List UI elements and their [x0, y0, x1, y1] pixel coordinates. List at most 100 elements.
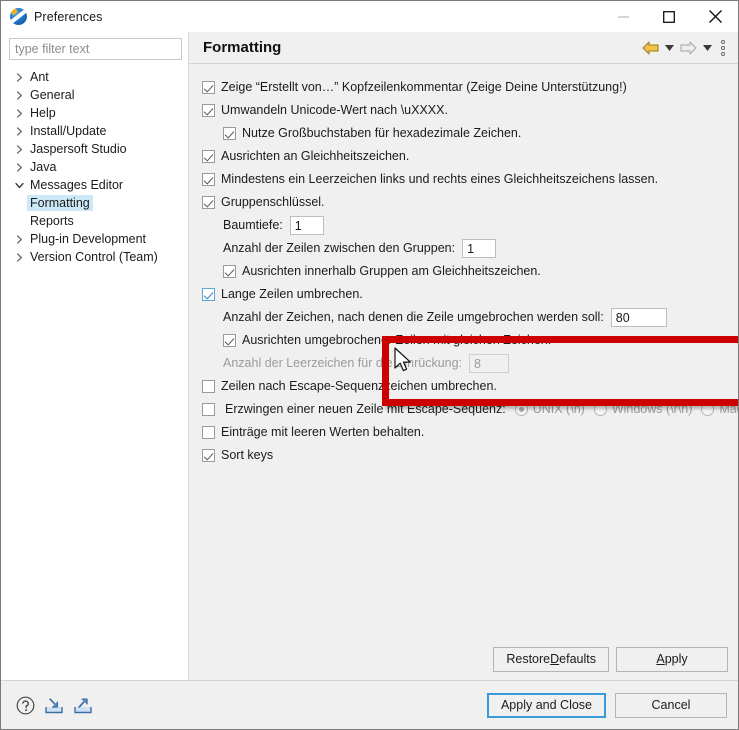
keep-empty-entries-checkbox[interactable] — [202, 426, 215, 439]
wrap-long-lines-row[interactable]: Lange Zeilen umbrechen. — [202, 283, 728, 306]
window-controls — [600, 1, 738, 32]
force-newline-row[interactable]: Erzwingen einer neuen Zeile mit Escape-S… — [202, 398, 738, 421]
chevron-right-icon[interactable] — [11, 162, 27, 172]
search-input[interactable] — [9, 38, 182, 60]
sort-keys-checkbox[interactable] — [202, 449, 215, 462]
group-keys-row[interactable]: Gruppenschlüssel. — [202, 191, 728, 214]
sidebar-item-general[interactable]: General — [1, 86, 188, 104]
export-icon[interactable] — [72, 694, 94, 716]
chevron-right-icon[interactable] — [11, 234, 27, 244]
close-button[interactable] — [692, 1, 738, 32]
sidebar-item-version-control-team[interactable]: Version Control (Team) — [1, 248, 188, 266]
indent-spaces-label: Anzahl der Leerzeichen für die Einrückun… — [223, 356, 463, 370]
radio-windows[interactable] — [593, 403, 607, 416]
convert-unicode-row[interactable]: Umwandeln Unicode-Wert nach \uXXXX. — [202, 99, 728, 122]
align-equals-checkbox[interactable] — [202, 150, 215, 163]
align-wrapped-lines-row[interactable]: Ausrichten umgebrochener Zeilen mit glei… — [202, 329, 728, 352]
main-panel: Formatting Zeige “Erstellt von…” Kopfzei… — [189, 32, 738, 680]
settings-content: Zeige “Erstellt von…” Kopfzeilenkommenta… — [189, 64, 738, 644]
force-newline-checkbox[interactable] — [202, 403, 215, 416]
tree-depth-row: Baumtiefe: — [202, 214, 728, 237]
space-around-equals-checkbox[interactable] — [202, 173, 215, 186]
sort-keys-row[interactable]: Sort keys — [202, 444, 728, 467]
import-icon[interactable] — [43, 694, 65, 716]
vertical-dots-icon[interactable] — [716, 38, 730, 58]
uppercase-hex-checkbox[interactable] — [223, 127, 236, 140]
radio-mac[interactable] — [701, 403, 715, 416]
forward-arrow-icon[interactable] — [678, 38, 699, 58]
lines-between-groups-input[interactable] — [462, 239, 497, 258]
indent-spaces-row: Anzahl der Leerzeichen für die Einrückun… — [202, 352, 728, 375]
apply-post: pply — [664, 652, 688, 666]
minimize-button[interactable] — [600, 1, 646, 32]
keep-empty-entries-label: Einträge mit leeren Werten behalten. — [221, 425, 425, 439]
apply-and-close-button[interactable]: Apply and Close — [486, 692, 606, 718]
sidebar-item-install-update[interactable]: Install/Update — [1, 122, 188, 140]
eclipse-icon — [10, 8, 27, 25]
align-within-groups-label: Ausrichten innerhalb Gruppen am Gleichhe… — [242, 264, 541, 278]
chevron-right-icon[interactable] — [11, 90, 27, 100]
chevron-right-icon[interactable] — [11, 72, 27, 82]
chevron-right-icon[interactable] — [11, 252, 27, 262]
sidebar-item-ant[interactable]: Ant — [1, 68, 188, 86]
force-newline-label: Erzwingen einer neuen Zeile mit Escape-S… — [225, 402, 506, 416]
convert-unicode-checkbox[interactable] — [202, 104, 215, 117]
space-around-equals-row[interactable]: Mindestens ein Leerzeichen links und rec… — [202, 168, 728, 191]
radio-unix[interactable] — [514, 403, 528, 416]
sidebar-item-formatting[interactable]: Formatting — [1, 194, 188, 212]
show-created-by-comment-checkbox[interactable] — [202, 81, 215, 94]
forward-history-chevron-down-icon[interactable] — [701, 38, 714, 58]
chevron-down-icon[interactable] — [11, 181, 27, 190]
apply-button[interactable]: Apply — [616, 646, 728, 672]
tree-depth-input[interactable] — [289, 216, 324, 235]
sidebar-item-label: Java — [30, 160, 57, 174]
restore-defaults-button[interactable]: Restore Defaults — [493, 646, 609, 672]
panel-toolbar — [640, 38, 730, 58]
preferences-window: Preferences Ant General Help Install/Update… — [0, 0, 739, 730]
wrap-long-lines-label: Lange Zeilen umbrechen. — [221, 287, 363, 301]
chevron-right-icon[interactable] — [11, 126, 27, 136]
sidebar-item-label: General — [30, 88, 75, 102]
wrap-column-input[interactable] — [610, 308, 667, 327]
sidebar-item-jaspersoft-studio[interactable]: Jaspersoft Studio — [1, 140, 188, 158]
indent-spaces-input — [469, 354, 510, 373]
maximize-button[interactable] — [646, 1, 692, 32]
group-keys-checkbox[interactable] — [202, 196, 215, 209]
sidebar-item-label: Messages Editor — [30, 178, 124, 192]
sidebar-item-help[interactable]: Help — [1, 104, 188, 122]
sidebar-item-label: Ant — [30, 70, 49, 84]
convert-unicode-label: Umwandeln Unicode-Wert nach \uXXXX. — [221, 103, 448, 117]
panel-header: Formatting — [189, 32, 738, 64]
cancel-button[interactable]: Cancel — [615, 692, 727, 718]
radio-unix-label: UNIX (\n) — [532, 402, 585, 416]
sidebar-item-label: Jaspersoft Studio — [30, 142, 127, 156]
chevron-right-icon[interactable] — [11, 108, 27, 118]
top-options-list: Zeige “Erstellt von…” Kopfzeilenkommenta… — [202, 76, 728, 214]
help-icon[interactable] — [14, 694, 36, 716]
restore-defaults-pre: Restore — [506, 652, 551, 666]
sidebar-item-label: Formatting — [27, 195, 93, 211]
wrap-after-escape-checkbox[interactable] — [202, 380, 215, 393]
back-arrow-icon[interactable] — [640, 38, 661, 58]
wrap-after-escape-row[interactable]: Zeilen nach Escape-Sequenzzeichen umbrec… — [202, 375, 728, 398]
back-history-chevron-down-icon[interactable] — [663, 38, 676, 58]
space-around-equals-label: Mindestens ein Leerzeichen links und rec… — [221, 172, 659, 186]
show-created-by-comment-row[interactable]: Zeige “Erstellt von…” Kopfzeilenkommenta… — [202, 76, 728, 99]
sidebar-item-reports[interactable]: Reports — [1, 212, 188, 230]
keep-empty-entries-row[interactable]: Einträge mit leeren Werten behalten. — [202, 421, 728, 444]
align-equals-row[interactable]: Ausrichten an Gleichheitszeichen. — [202, 145, 728, 168]
align-within-groups-checkbox[interactable] — [223, 265, 236, 278]
sidebar-item-label: Help — [30, 106, 56, 120]
sidebar-item-messages-editor[interactable]: Messages Editor — [1, 176, 188, 194]
sidebar-item-label: Reports — [30, 214, 74, 228]
align-wrapped-lines-checkbox[interactable] — [223, 334, 236, 347]
sidebar-item-java[interactable]: Java — [1, 158, 188, 176]
sidebar-item-plug-in-development[interactable]: Plug-in Development — [1, 230, 188, 248]
uppercase-hex-row[interactable]: Nutze Großbuchstaben für hexadezimale Ze… — [202, 122, 728, 145]
sidebar-item-label: Plug-in Development — [30, 232, 147, 246]
filter-container — [1, 38, 188, 67]
chevron-right-icon[interactable] — [11, 144, 27, 154]
align-within-groups-row[interactable]: Ausrichten innerhalb Gruppen am Gleichhe… — [202, 260, 728, 283]
sidebar-item-label: Install/Update — [30, 124, 107, 138]
wrap-long-lines-checkbox[interactable] — [202, 288, 215, 301]
